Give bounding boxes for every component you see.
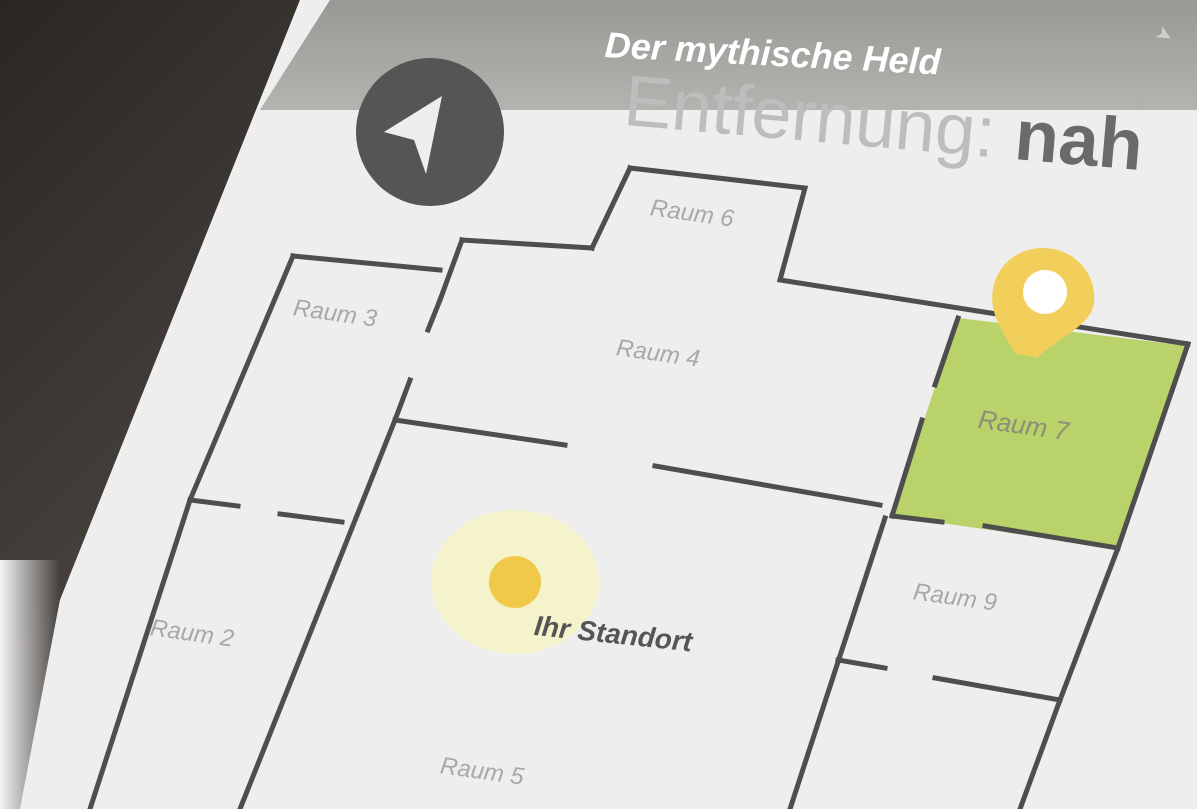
- distance-value: nah: [1011, 95, 1147, 187]
- navigation-arrow-icon: [384, 96, 442, 174]
- navigation-button[interactable]: [356, 58, 504, 206]
